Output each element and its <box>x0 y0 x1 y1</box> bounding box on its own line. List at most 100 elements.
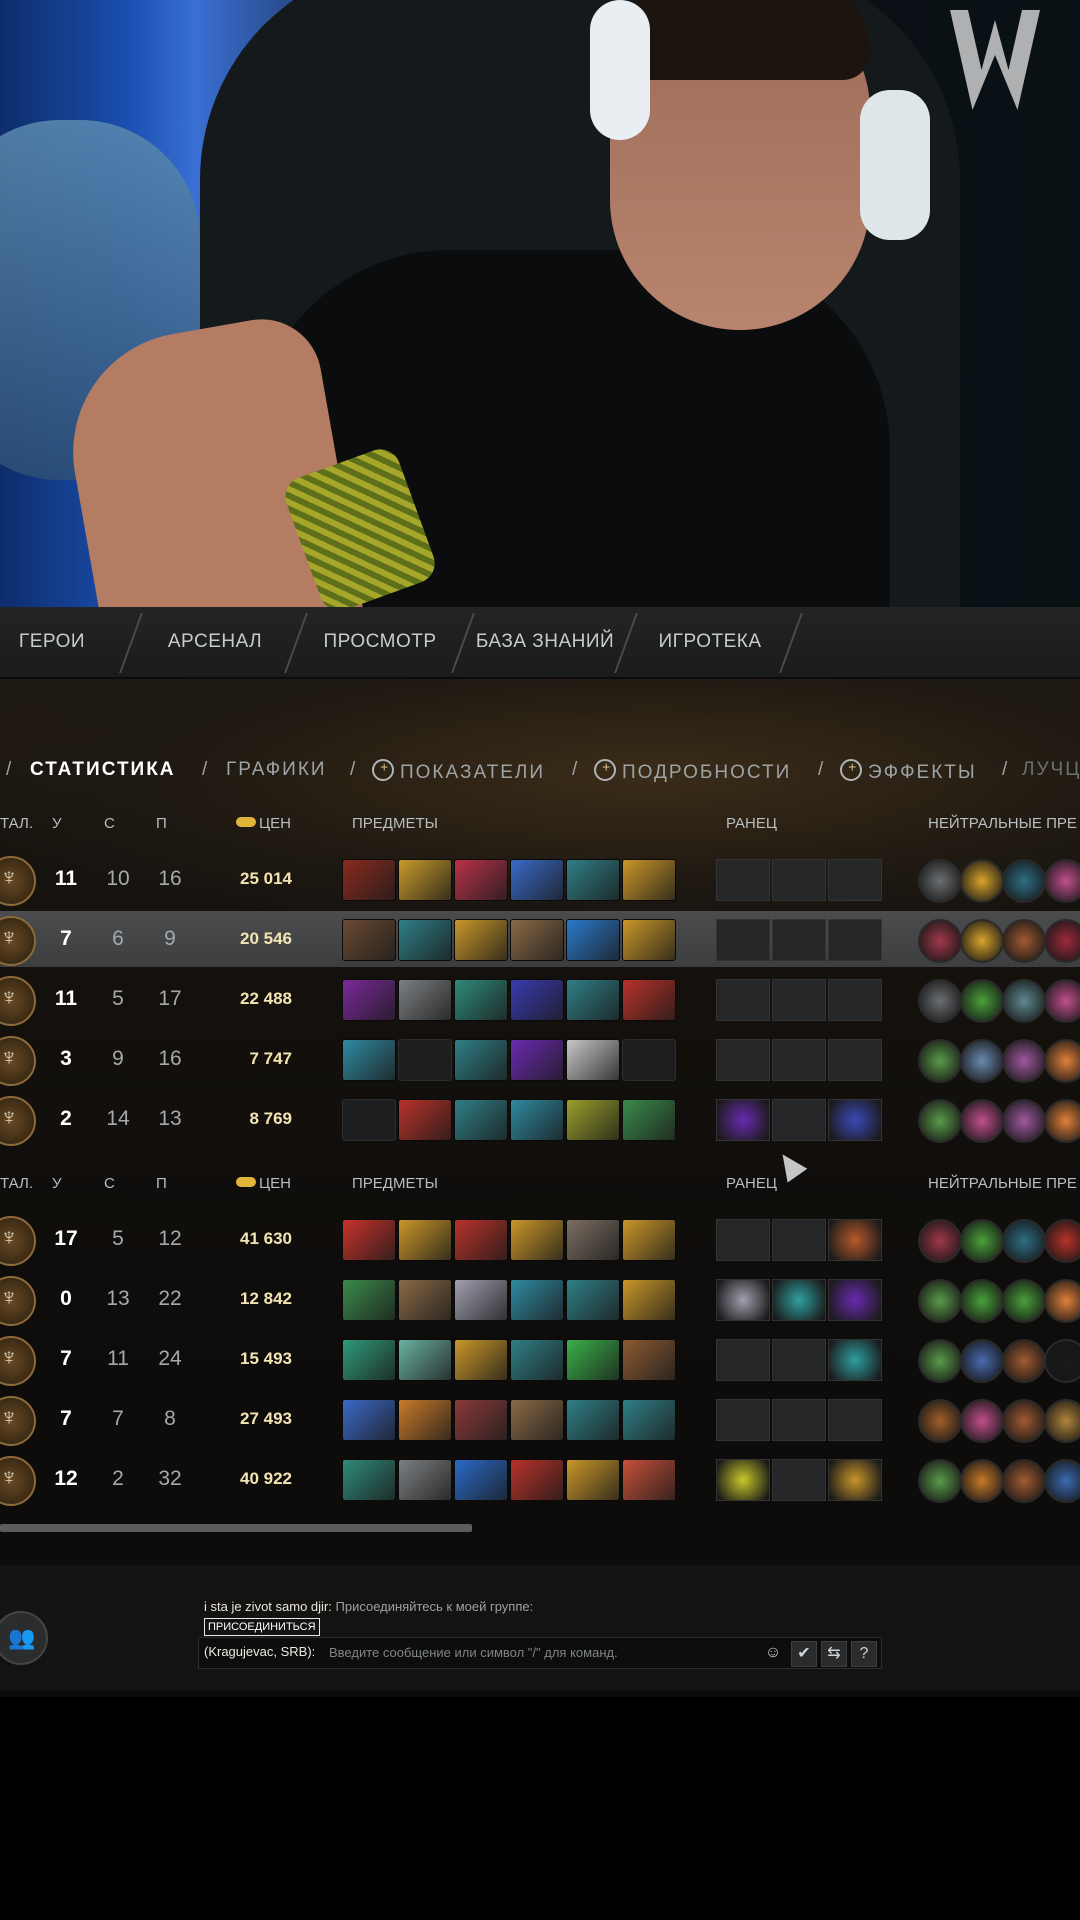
empty-backpack-slot[interactable] <box>772 1039 826 1081</box>
item-slot-icon[interactable] <box>398 1099 452 1141</box>
item-slot-icon[interactable] <box>566 1399 620 1441</box>
backpack-item-icon[interactable] <box>828 1459 882 1501</box>
item-slot-icon[interactable] <box>398 1339 452 1381</box>
item-slot-icon[interactable] <box>342 1219 396 1261</box>
item-slot-icon[interactable] <box>566 1219 620 1261</box>
empty-backpack-slot[interactable] <box>772 1099 826 1141</box>
subtab-performance[interactable]: ПОКАЗАТЕЛИ <box>367 754 545 786</box>
neutral-item-icon[interactable] <box>960 1399 1004 1443</box>
chat-input-field[interactable]: (Kragujevac, SRB): Введите сообщение или… <box>198 1637 882 1669</box>
empty-item-slot[interactable] <box>398 1039 452 1081</box>
empty-backpack-slot[interactable] <box>716 1219 770 1261</box>
talent-tree-icon[interactable] <box>0 1396 36 1446</box>
party-button[interactable]: 👥 <box>0 1611 48 1665</box>
item-slot-icon[interactable] <box>622 1099 676 1141</box>
neutral-item-icon[interactable] <box>918 1279 962 1323</box>
backpack-item-icon[interactable] <box>828 1099 882 1141</box>
empty-backpack-slot[interactable] <box>716 919 770 961</box>
player-row[interactable]: 11101625 014 <box>0 851 1080 907</box>
player-row[interactable]: 7112415 493 <box>0 1331 1080 1387</box>
item-slot-icon[interactable] <box>510 1039 564 1081</box>
neutral-item-icon[interactable] <box>1002 1039 1046 1083</box>
item-slot-icon[interactable] <box>398 979 452 1021</box>
item-slot-icon[interactable] <box>454 1399 508 1441</box>
neutral-item-icon[interactable] <box>960 979 1004 1023</box>
item-slot-icon[interactable] <box>398 1399 452 1441</box>
empty-backpack-slot[interactable] <box>716 1339 770 1381</box>
item-slot-icon[interactable] <box>566 1279 620 1321</box>
item-slot-icon[interactable] <box>622 1279 676 1321</box>
nav-tab-armory[interactable]: АРСЕНАЛ <box>150 607 280 677</box>
item-slot-icon[interactable] <box>342 1279 396 1321</box>
empty-item-slot[interactable] <box>622 1039 676 1081</box>
backpack-item-icon[interactable] <box>716 1459 770 1501</box>
neutral-item-icon[interactable] <box>1044 919 1080 963</box>
backpack-item-icon[interactable] <box>828 1279 882 1321</box>
empty-backpack-slot[interactable] <box>828 919 882 961</box>
item-slot-icon[interactable] <box>566 1099 620 1141</box>
item-slot-icon[interactable] <box>342 1399 396 1441</box>
neutral-item-icon[interactable] <box>1002 1099 1046 1143</box>
item-slot-icon[interactable] <box>510 1339 564 1381</box>
item-slot-icon[interactable] <box>510 1219 564 1261</box>
item-slot-icon[interactable] <box>342 979 396 1021</box>
neutral-item-icon[interactable] <box>918 919 962 963</box>
item-slot-icon[interactable] <box>342 1339 396 1381</box>
empty-backpack-slot[interactable] <box>828 1399 882 1441</box>
subtab-details[interactable]: ПОДРОБНОСТИ <box>589 754 791 786</box>
empty-backpack-slot[interactable] <box>828 979 882 1021</box>
item-slot-icon[interactable] <box>510 919 564 961</box>
item-slot-icon[interactable] <box>622 1399 676 1441</box>
nav-tab-arcade[interactable]: ИГРОТЕКА <box>640 607 780 677</box>
item-slot-icon[interactable] <box>342 1039 396 1081</box>
item-slot-icon[interactable] <box>454 979 508 1021</box>
neutral-item-icon[interactable] <box>1002 1339 1046 1383</box>
empty-backpack-slot[interactable] <box>772 1459 826 1501</box>
neutral-item-icon[interactable] <box>960 1279 1004 1323</box>
item-slot-icon[interactable] <box>454 1459 508 1501</box>
item-slot-icon[interactable] <box>454 1219 508 1261</box>
neutral-item-icon[interactable] <box>960 1339 1004 1383</box>
neutral-item-icon[interactable] <box>960 919 1004 963</box>
item-slot-icon[interactable] <box>510 1099 564 1141</box>
neutral-item-icon[interactable] <box>1044 1039 1080 1083</box>
empty-backpack-slot[interactable] <box>772 919 826 961</box>
neutral-item-icon[interactable] <box>960 1459 1004 1503</box>
neutral-item-icon[interactable] <box>1002 1279 1046 1323</box>
join-party-button[interactable]: ПРИСОЕДИНИТЬСЯ <box>204 1618 320 1636</box>
neutral-item-icon[interactable] <box>918 1219 962 1263</box>
neutral-item-icon[interactable] <box>1002 1219 1046 1263</box>
item-slot-icon[interactable] <box>454 919 508 961</box>
player-row[interactable]: 0132212 842 <box>0 1271 1080 1327</box>
item-slot-icon[interactable] <box>510 1399 564 1441</box>
item-slot-icon[interactable] <box>622 1219 676 1261</box>
backpack-item-icon[interactable] <box>716 1099 770 1141</box>
player-row[interactable]: 77827 493 <box>0 1391 1080 1447</box>
nav-tab-watch[interactable]: ПРОСМОТР <box>315 607 445 677</box>
item-slot-icon[interactable] <box>622 859 676 901</box>
item-slot-icon[interactable] <box>622 1459 676 1501</box>
empty-backpack-slot[interactable] <box>772 1339 826 1381</box>
empty-backpack-slot[interactable] <box>772 1219 826 1261</box>
item-slot-icon[interactable] <box>342 919 396 961</box>
talent-tree-icon[interactable] <box>0 1036 36 1086</box>
neutral-item-icon[interactable] <box>960 859 1004 903</box>
neutral-item-icon[interactable] <box>918 859 962 903</box>
player-row[interactable]: 76920 546 <box>0 911 1080 967</box>
emoji-icon[interactable]: ☺ <box>761 1641 785 1665</box>
neutral-item-icon[interactable] <box>1044 1099 1080 1143</box>
neutral-item-icon[interactable] <box>1044 1279 1080 1323</box>
backpack-item-icon[interactable] <box>716 1279 770 1321</box>
item-slot-icon[interactable] <box>622 1339 676 1381</box>
send-check-icon[interactable]: ✔ <box>791 1641 817 1667</box>
neutral-item-icon[interactable] <box>918 979 962 1023</box>
player-row[interactable]: 1223240 922 <box>0 1451 1080 1507</box>
item-slot-icon[interactable] <box>454 1099 508 1141</box>
item-slot-icon[interactable] <box>566 979 620 1021</box>
item-slot-icon[interactable] <box>342 1459 396 1501</box>
item-slot-icon[interactable] <box>398 1219 452 1261</box>
neutral-item-icon[interactable] <box>918 1039 962 1083</box>
neutral-item-icon[interactable] <box>960 1099 1004 1143</box>
item-slot-icon[interactable] <box>454 1339 508 1381</box>
neutral-item-icon[interactable] <box>960 1039 1004 1083</box>
